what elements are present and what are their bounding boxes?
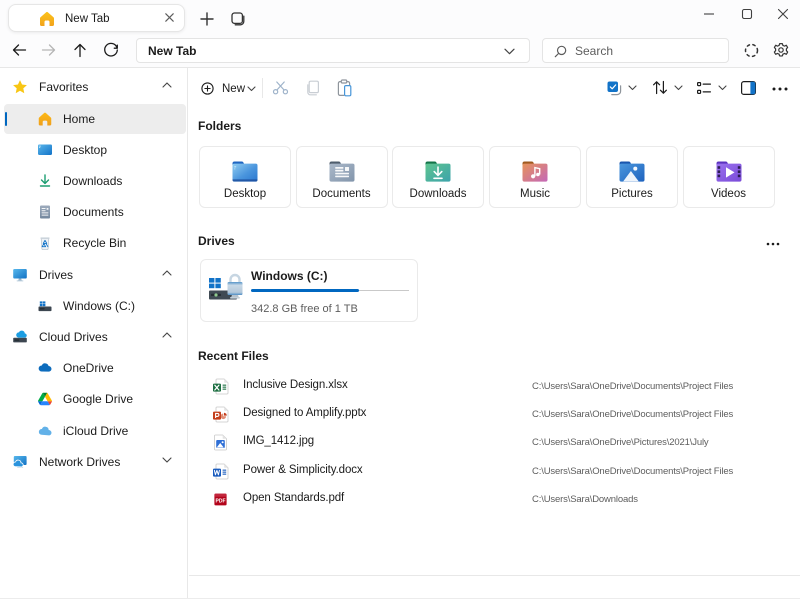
svg-text:PDF: PDF: [216, 498, 226, 504]
